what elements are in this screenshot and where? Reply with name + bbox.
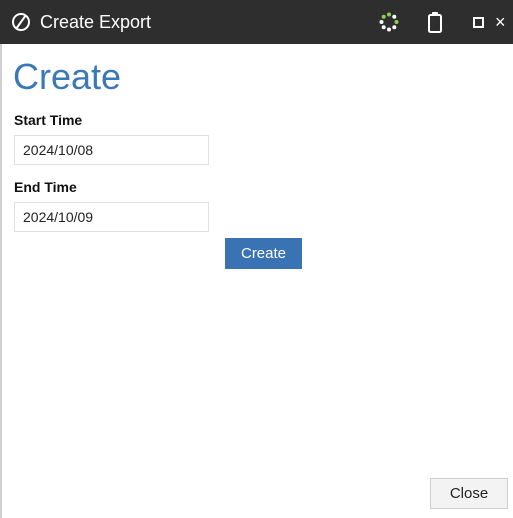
close-icon[interactable]: ×	[495, 11, 513, 33]
end-time-input[interactable]	[14, 202, 209, 232]
close-button[interactable]: Close	[430, 478, 508, 509]
start-time-input[interactable]	[14, 135, 209, 165]
title-bar: Create Export ×	[0, 0, 513, 44]
end-time-label: End Time	[14, 179, 77, 195]
window-title: Create Export	[40, 12, 152, 32]
create-button[interactable]: Create	[225, 238, 302, 269]
circle-slash-logo-icon	[12, 13, 30, 31]
start-time-label: Start Time	[14, 112, 83, 128]
window-border	[0, 44, 2, 518]
maximize-icon[interactable]	[473, 17, 484, 28]
loading-spinner-icon	[379, 12, 399, 32]
clipboard-icon[interactable]	[428, 11, 442, 33]
page-title: Create	[13, 56, 122, 97]
